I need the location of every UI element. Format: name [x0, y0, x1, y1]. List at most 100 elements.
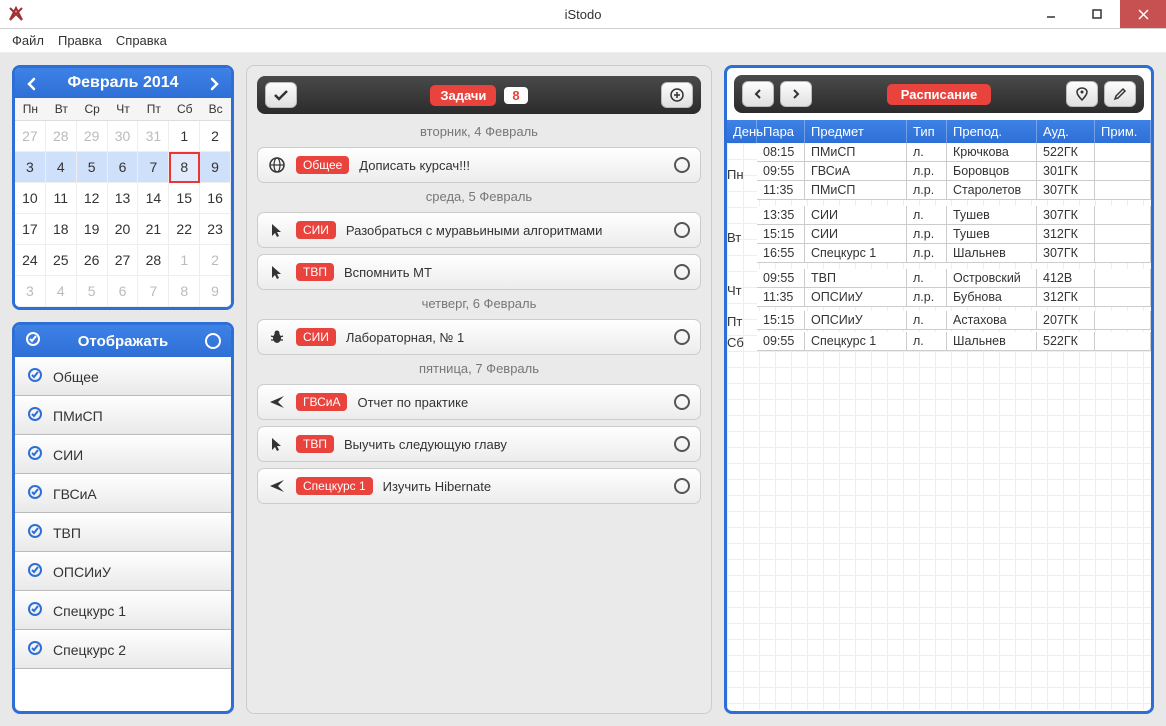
filter-item[interactable]: Спецкурс 2 — [15, 630, 231, 669]
calendar-cell[interactable]: 7 — [138, 276, 169, 307]
schedule-row[interactable]: 09:55ТВПл.Островский412В — [757, 269, 1151, 288]
uncheck-all-icon[interactable] — [205, 333, 221, 349]
calendar-dow: Чт — [108, 98, 139, 121]
task-row[interactable]: ТВПВыучить следующую главу — [257, 426, 701, 462]
calendar-cell[interactable]: 14 — [138, 183, 169, 214]
calendar-cell[interactable]: 24 — [15, 245, 46, 276]
task-row[interactable]: ТВПВспомнить МТ — [257, 254, 701, 290]
calendar-cell[interactable]: 30 — [108, 121, 139, 152]
calendar-cell[interactable]: 8 — [169, 152, 200, 183]
schedule-note — [1095, 181, 1151, 200]
maximize-button[interactable] — [1074, 0, 1120, 28]
calendar-cell[interactable]: 3 — [15, 152, 46, 183]
task-complete-toggle[interactable] — [674, 157, 690, 173]
calendar-cell[interactable]: 19 — [77, 214, 108, 245]
task-row[interactable]: ОбщееДописать курсач!!! — [257, 147, 701, 183]
calendar-cell[interactable]: 13 — [108, 183, 139, 214]
filter-item[interactable]: ГВСиА — [15, 474, 231, 513]
schedule-row[interactable]: 11:35ОПСИиУл.р.Бубнова312ГК — [757, 288, 1151, 307]
calendar-cell[interactable]: 21 — [138, 214, 169, 245]
task-complete-toggle[interactable] — [674, 329, 690, 345]
filter-item[interactable]: Спецкурс 1 — [15, 591, 231, 630]
task-row[interactable]: Спецкурс 1Изучить Hibernate — [257, 468, 701, 504]
calendar-cell[interactable]: 22 — [169, 214, 200, 245]
calendar-cell[interactable]: 6 — [108, 152, 139, 183]
calendar-cell[interactable]: 17 — [15, 214, 46, 245]
calendar-prev-button[interactable] — [21, 73, 43, 95]
schedule-edit-button[interactable] — [1104, 81, 1136, 107]
schedule-row[interactable]: 13:35СИИл.Тушев307ГК — [757, 206, 1151, 225]
check-all-icon[interactable] — [25, 331, 41, 351]
calendar-cell[interactable]: 5 — [77, 276, 108, 307]
calendar-cell[interactable]: 25 — [46, 245, 77, 276]
schedule-prev-button[interactable] — [742, 81, 774, 107]
schedule-location-button[interactable] — [1066, 81, 1098, 107]
schedule-row[interactable]: 08:15ПМиСПл.Крючкова522ГК — [757, 143, 1151, 162]
calendar-cell[interactable]: 28 — [138, 245, 169, 276]
minimize-button[interactable] — [1028, 0, 1074, 28]
calendar-next-button[interactable] — [203, 73, 225, 95]
calendar-cell[interactable]: 2 — [200, 245, 231, 276]
calendar-cell[interactable]: 9 — [200, 276, 231, 307]
task-complete-toggle[interactable] — [674, 222, 690, 238]
schedule-row[interactable]: 15:15СИИл.р.Тушев312ГК — [757, 225, 1151, 244]
task-row[interactable]: СИИЛабораторная, № 1 — [257, 319, 701, 355]
schedule-note — [1095, 225, 1151, 244]
calendar-cell[interactable]: 26 — [77, 245, 108, 276]
schedule-row[interactable]: 11:35ПМиСПл.р.Старолетов307ГК — [757, 181, 1151, 200]
task-day-label: четверг, 6 Февраль — [257, 296, 701, 311]
schedule-row[interactable]: 09:55ГВСиАл.р.Боровцов301ГК — [757, 162, 1151, 181]
filter-item[interactable]: ПМиСП — [15, 396, 231, 435]
task-row[interactable]: ГВСиАОтчет по практике — [257, 384, 701, 420]
task-complete-toggle[interactable] — [674, 264, 690, 280]
calendar-cell[interactable]: 1 — [169, 121, 200, 152]
schedule-next-button[interactable] — [780, 81, 812, 107]
menu-edit[interactable]: Правка — [58, 33, 102, 48]
complete-task-button[interactable] — [265, 82, 297, 108]
schedule-subject: ПМиСП — [805, 181, 907, 200]
schedule-row[interactable]: 16:55Спецкурс 1л.р.Шальнев307ГК — [757, 244, 1151, 263]
filter-item[interactable]: ОПСИиУ — [15, 552, 231, 591]
task-text: Изучить Hibernate — [383, 479, 664, 494]
calendar-cell[interactable]: 7 — [138, 152, 169, 183]
calendar-cell[interactable]: 15 — [169, 183, 200, 214]
filter-item[interactable]: СИИ — [15, 435, 231, 474]
calendar-cell[interactable]: 31 — [138, 121, 169, 152]
calendar-cell[interactable]: 11 — [46, 183, 77, 214]
calendar-cell[interactable]: 6 — [108, 276, 139, 307]
calendar-cell[interactable]: 16 — [200, 183, 231, 214]
schedule-row[interactable]: 09:55Спецкурс 1л.Шальнев522ГК — [757, 332, 1151, 351]
filter-header: Отображать — [15, 325, 231, 357]
task-complete-toggle[interactable] — [674, 394, 690, 410]
calendar-cell[interactable]: 5 — [77, 152, 108, 183]
menu-file[interactable]: Файл — [12, 33, 44, 48]
calendar-cell[interactable]: 3 — [15, 276, 46, 307]
calendar-cell[interactable]: 8 — [169, 276, 200, 307]
calendar-cell[interactable]: 12 — [77, 183, 108, 214]
calendar-cell[interactable]: 27 — [15, 121, 46, 152]
calendar-cell[interactable]: 4 — [46, 152, 77, 183]
schedule-row[interactable]: 15:15ОПСИиУл.Астахова207ГК — [757, 311, 1151, 330]
task-row[interactable]: СИИРазобраться с муравьиными алгоритмами — [257, 212, 701, 248]
close-button[interactable] — [1120, 0, 1166, 28]
filter-item[interactable]: ТВП — [15, 513, 231, 552]
task-complete-toggle[interactable] — [674, 436, 690, 452]
calendar-cell[interactable]: 1 — [169, 245, 200, 276]
add-task-button[interactable] — [661, 82, 693, 108]
filter-item[interactable]: Общее — [15, 357, 231, 396]
calendar-cell[interactable]: 29 — [77, 121, 108, 152]
schedule-teacher: Тушев — [947, 206, 1037, 225]
menubar: Файл Правка Справка — [0, 29, 1166, 53]
task-complete-toggle[interactable] — [674, 478, 690, 494]
calendar-cell[interactable]: 20 — [108, 214, 139, 245]
calendar-cell[interactable]: 28 — [46, 121, 77, 152]
calendar-cell[interactable]: 23 — [200, 214, 231, 245]
menu-help[interactable]: Справка — [116, 33, 167, 48]
calendar-cell[interactable]: 2 — [200, 121, 231, 152]
schedule-time: 11:35 — [757, 288, 805, 307]
calendar-cell[interactable]: 4 — [46, 276, 77, 307]
calendar-cell[interactable]: 18 — [46, 214, 77, 245]
calendar-cell[interactable]: 9 — [200, 152, 231, 183]
calendar-cell[interactable]: 10 — [15, 183, 46, 214]
calendar-cell[interactable]: 27 — [108, 245, 139, 276]
